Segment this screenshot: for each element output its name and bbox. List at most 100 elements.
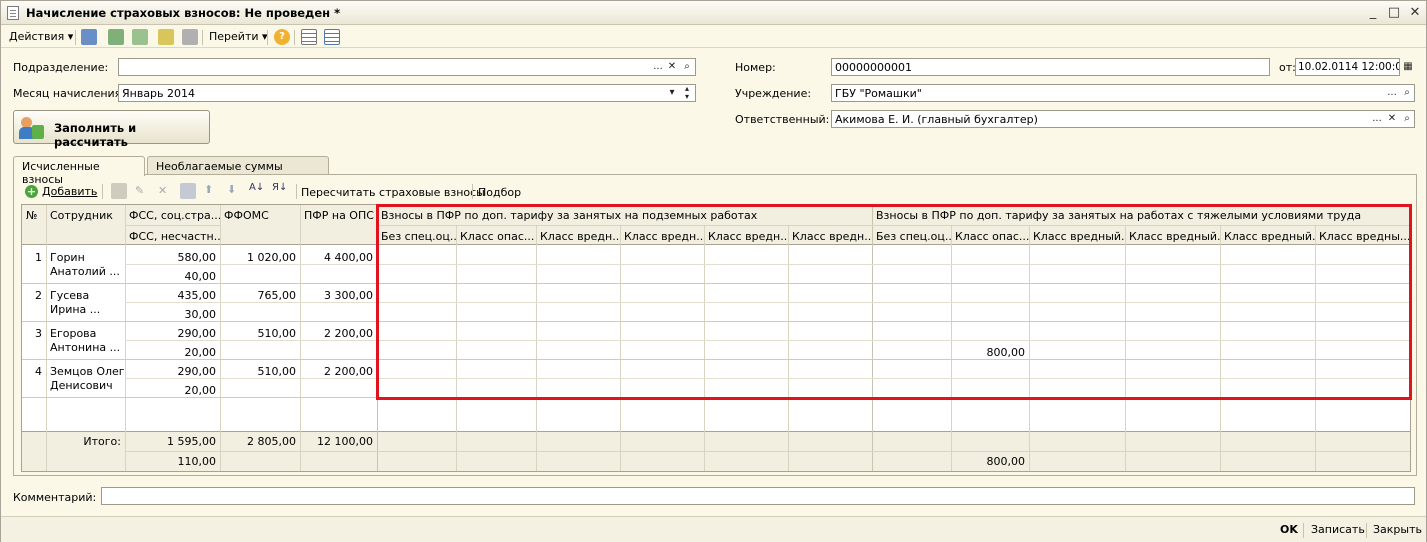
select-responsible-button[interactable]: ... [1370,111,1384,127]
row-pfr[interactable]: 4 400,00 [300,251,377,264]
row-pfr[interactable]: 3 300,00 [300,289,377,302]
col-ffoms-header[interactable]: ФФОМС [220,209,300,222]
month-dropdown-icon[interactable]: ▾ [665,85,679,101]
end-edit-icon[interactable] [180,183,196,199]
totals-label: Итого: [83,435,121,448]
fill-and-calculate-button[interactable]: Заполнить и рассчитать [13,110,210,149]
total-g2-class-danger: 800,00 [986,455,1026,468]
row-employee-line1[interactable]: Егорова [46,327,125,340]
row-num: 2 [35,289,42,302]
number-field[interactable]: 00000000001 [831,58,1270,76]
row-fss-accident[interactable]: 40,00 [125,270,220,283]
month-spin-icon[interactable]: ▴ ▾ [680,85,694,101]
row-employee-line2[interactable]: Денисович [46,379,125,392]
minimize-icon[interactable]: _ [1364,4,1382,21]
document-icon [7,6,19,20]
col-fss-social-header[interactable]: ФСС, соц.стра... [125,209,220,222]
row-employee-line1[interactable]: Гусева [46,289,125,302]
row-pfr[interactable]: 2 200,00 [300,327,377,340]
copy-icon[interactable] [132,29,148,45]
fill-calculate-icon [19,115,45,140]
select-button[interactable]: Подбор [478,186,521,199]
close-button[interactable]: Закрыть [1373,523,1422,536]
search-subdivision-icon[interactable]: ⌕ [680,59,694,75]
row-employee-line1[interactable]: Горин [46,251,125,264]
window-title: Начисление страховых взносов: Не проведе… [26,6,341,20]
subdivision-label: Подразделение: [13,61,109,74]
row-fss-social[interactable]: 435,00 [125,289,220,302]
calendar-icon[interactable]: ▦ [1401,59,1415,75]
tab-calculated-contributions[interactable]: Исчисленные взносы [13,156,145,186]
col-pfr-header[interactable]: ПФР на ОПС [300,209,377,222]
select-institution-button[interactable]: ... [1385,85,1399,101]
row-num: 3 [35,327,42,340]
row-employee-line1[interactable]: Земцов Олег [46,365,125,378]
main-toolbar: Действия ▾ Перейти ▾ ? [1,26,1426,48]
institution-label: Учреждение: [735,87,812,100]
maximize-icon[interactable]: □ [1385,4,1403,21]
row-fss-accident[interactable]: 20,00 [125,346,220,359]
subdivision-field[interactable] [118,58,696,76]
refresh-icon[interactable] [108,29,124,45]
search-responsible-icon[interactable]: ⌕ [1400,111,1414,127]
row-pfr[interactable]: 2 200,00 [300,365,377,378]
row-employee-line2[interactable]: Ирина ... [46,303,125,316]
add-button[interactable]: Добавить [42,185,97,198]
row-fss-accident[interactable]: 20,00 [125,384,220,397]
clear-responsible-icon[interactable]: ✕ [1385,111,1399,127]
row-ffoms[interactable]: 510,00 [220,365,300,378]
sort-descending-icon[interactable]: Я↓ [272,182,287,193]
sort-ascending-icon[interactable]: A↓ [249,182,264,193]
highlight-box [376,204,1412,400]
row-fss-social[interactable]: 290,00 [125,327,220,340]
row-ffoms[interactable]: 1 020,00 [220,251,300,264]
document-window: Начисление страховых взносов: Не проведе… [0,0,1427,542]
print-icon[interactable] [182,29,198,45]
row-fss-accident[interactable]: 30,00 [125,308,220,321]
save-button[interactable]: Записать [1311,523,1365,536]
add-icon[interactable]: + [25,185,38,198]
post-and-close-icon[interactable] [81,29,97,45]
total-fss-social: 1 595,00 [167,435,216,448]
total-ffoms: 2 805,00 [247,435,296,448]
row-num: 1 [35,251,42,264]
footer-bar: OK Записать Закрыть [1,516,1426,542]
ok-button[interactable]: OK [1280,523,1298,536]
table-structure-icon[interactable] [301,29,317,45]
move-down-icon[interactable]: ⬇ [227,183,236,196]
create-based-on-icon[interactable] [158,29,174,45]
tab-nontaxable-income[interactable]: Необлагаемые суммы доходов [147,156,329,186]
comment-label: Комментарий: [13,491,97,504]
month-field[interactable]: Январь 2014 [118,84,696,102]
number-label: Номер: [735,61,776,74]
help-icon[interactable]: ? [274,29,290,45]
col-fss-accident-header[interactable]: ФСС, несчастн... [125,230,220,243]
recalculate-button[interactable]: Пересчитать страховые взносы [301,186,485,199]
close-icon[interactable]: ✕ [1406,4,1424,21]
date-label: от: [1279,61,1296,74]
delete-row-icon[interactable]: ✕ [158,184,167,197]
row-ffoms[interactable]: 765,00 [220,289,300,302]
edit-row-icon[interactable]: ✎ [135,184,144,197]
settings-list-icon[interactable] [324,29,340,45]
institution-field[interactable]: ГБУ "Ромашки" [831,84,1415,102]
select-subdivision-button[interactable]: ... [651,59,665,75]
responsible-field[interactable]: Акимова Е. И. (главный бухгалтер) [831,110,1415,128]
row-employee-line2[interactable]: Антонина ... [46,341,125,354]
row-fss-social[interactable]: 290,00 [125,365,220,378]
row-fss-social[interactable]: 580,00 [125,251,220,264]
row-ffoms[interactable]: 510,00 [220,327,300,340]
comment-field[interactable] [101,487,1415,505]
move-up-icon[interactable]: ⬆ [204,183,213,196]
date-field[interactable]: 10.02.0114 12:00:00 [1295,58,1400,76]
col-num-header[interactable]: № [22,209,46,222]
copy-row-icon[interactable] [111,183,127,199]
actions-menu[interactable]: Действия ▾ [9,30,73,43]
title-bar: Начисление страховых взносов: Не проведе… [1,1,1426,25]
row-employee-line2[interactable]: Анатолий ... [46,265,125,278]
col-employee-header[interactable]: Сотрудник [46,209,125,222]
total-pfr: 12 100,00 [317,435,373,448]
goto-menu[interactable]: Перейти ▾ [209,30,268,43]
search-institution-icon[interactable]: ⌕ [1400,85,1414,101]
clear-subdivision-icon[interactable]: ✕ [665,59,679,75]
